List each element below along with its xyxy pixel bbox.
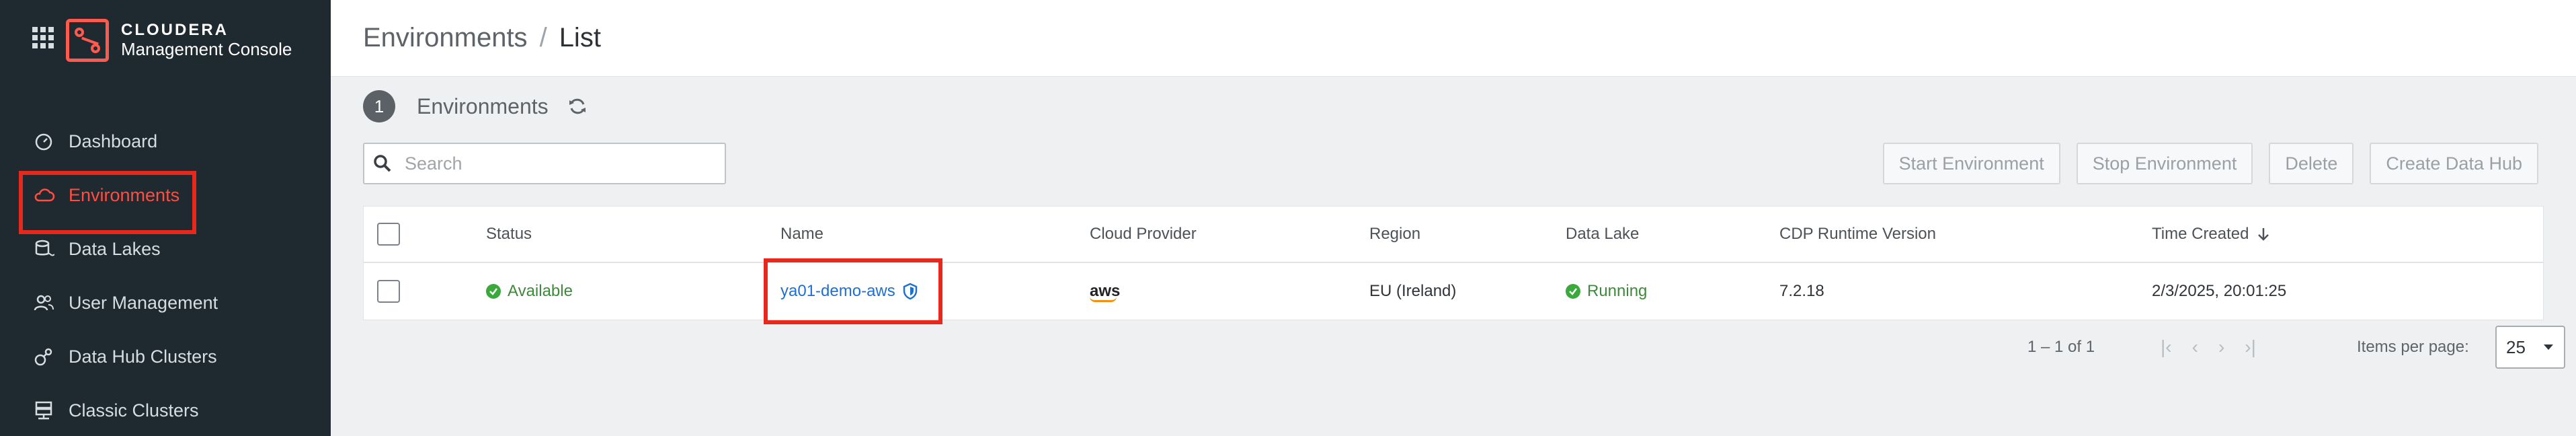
environments-table: Status Name Cloud Provider Region Data L… xyxy=(363,206,2544,320)
app-switcher-icon[interactable] xyxy=(32,27,54,48)
region-cell: EU (Ireland) xyxy=(1369,282,1457,300)
sidebar-item-data-hub-clusters[interactable]: Data Hub Clusters xyxy=(0,330,331,384)
server-icon xyxy=(32,399,55,422)
column-header-time-created[interactable]: Time Created xyxy=(2152,225,2271,244)
check-circle-icon xyxy=(1566,284,1580,299)
column-header-name[interactable]: Name xyxy=(780,225,823,244)
previous-page-icon[interactable]: ‹ xyxy=(2192,336,2198,358)
table-row[interactable]: Available ya01-demo-aws aws EU (Ireland) xyxy=(364,263,2543,320)
sidebar-item-user-management[interactable]: User Management xyxy=(0,276,331,330)
check-circle-icon xyxy=(486,284,501,299)
stop-environment-button[interactable]: Stop Environment xyxy=(2076,143,2253,184)
status-cell: Available xyxy=(486,282,573,301)
brand[interactable]: CLOUDERA Management Console xyxy=(66,19,292,62)
pagination-range: 1 – 1 of 1 xyxy=(2027,338,2095,356)
sidebar-item-label: Data Hub Clusters xyxy=(69,346,217,367)
search-input[interactable] xyxy=(403,152,713,175)
status-text: Available xyxy=(508,282,573,300)
sidebar-item-dashboard[interactable]: Dashboard xyxy=(0,114,331,168)
delete-button[interactable]: Delete xyxy=(2269,143,2354,184)
cluster-icon xyxy=(32,345,55,368)
product-name: Management Console xyxy=(121,39,292,59)
sidebar-item-classic-clusters[interactable]: Classic Clusters xyxy=(0,384,331,436)
start-environment-button[interactable]: Start Environment xyxy=(1882,143,2060,184)
breadcrumb-current: List xyxy=(559,23,601,52)
runtime-cell: 7.2.18 xyxy=(1779,282,1824,300)
main-content: Environments / List 1 Environments Start… xyxy=(331,0,2576,436)
select-all-checkbox[interactable] xyxy=(377,223,400,246)
list-title: Environments xyxy=(417,94,549,118)
aws-logo-icon: aws xyxy=(1090,282,1120,302)
data-lake-status-text: Running xyxy=(1587,282,1648,300)
search-icon xyxy=(374,155,391,172)
data-lake-icon xyxy=(32,238,55,260)
sidebar-item-label: Dashboard xyxy=(69,131,158,151)
sidebar: CLOUDERA Management Console Dashboard En… xyxy=(0,0,331,436)
create-data-hub-button[interactable]: Create Data Hub xyxy=(2370,143,2538,184)
column-header-region[interactable]: Region xyxy=(1369,225,1420,244)
table-header-row: Status Name Cloud Provider Region Data L… xyxy=(364,207,2543,263)
search-box[interactable] xyxy=(363,143,726,184)
time-created-cell: 2/3/2025, 20:01:25 xyxy=(2152,282,2287,300)
gauge-icon xyxy=(32,130,55,153)
sidebar-item-data-lakes[interactable]: Data Lakes xyxy=(0,222,331,276)
breadcrumb-environments[interactable]: Environments xyxy=(363,23,528,53)
column-header-time-created-label: Time Created xyxy=(2152,225,2249,243)
items-per-page-value: 25 xyxy=(2506,336,2526,357)
list-titlebar: 1 Environments xyxy=(363,90,588,122)
last-page-icon[interactable]: ›| xyxy=(2245,336,2256,358)
brand-name: CLOUDERA xyxy=(121,21,229,39)
sidebar-item-label: Classic Clusters xyxy=(69,400,199,421)
sidebar-item-label: Data Lakes xyxy=(69,238,161,259)
column-header-data-lake[interactable]: Data Lake xyxy=(1566,225,1639,244)
sidebar-item-label: User Management xyxy=(69,292,218,313)
sidebar-nav: Dashboard Environments Data Lakes User M… xyxy=(0,114,331,436)
cloud-provider-cell: aws xyxy=(1090,282,1120,302)
column-header-cloud-provider[interactable]: Cloud Provider xyxy=(1090,225,1197,244)
column-header-status[interactable]: Status xyxy=(486,225,532,244)
sort-descending-icon xyxy=(2257,228,2269,241)
pagination-nav: |‹ ‹ › ›| xyxy=(2161,336,2256,358)
chevron-down-icon xyxy=(2544,344,2553,350)
app-root: CLOUDERA Management Console Dashboard En… xyxy=(0,0,2576,436)
highlight-box xyxy=(764,258,942,324)
column-header-runtime[interactable]: CDP Runtime Version xyxy=(1779,225,1936,244)
brand-text: CLOUDERA Management Console xyxy=(121,21,292,60)
action-toolbar: Start Environment Stop Environment Delet… xyxy=(1882,143,2538,184)
next-page-icon[interactable]: › xyxy=(2218,336,2224,358)
row-checkbox[interactable] xyxy=(377,280,400,303)
count-badge: 1 xyxy=(363,90,395,122)
items-per-page-select[interactable]: 25 xyxy=(2495,326,2565,369)
breadcrumb: Environments / List xyxy=(331,0,2576,77)
first-page-icon[interactable]: |‹ xyxy=(2161,336,2172,358)
items-per-page-label: Items per page: xyxy=(2357,338,2469,356)
cloudera-logo-icon xyxy=(66,19,109,62)
breadcrumb-separator: / xyxy=(539,23,547,52)
users-icon xyxy=(32,291,55,314)
data-lake-cell: Running xyxy=(1566,282,1647,301)
sidebar-item-environments[interactable]: Environments xyxy=(0,168,331,234)
refresh-icon[interactable] xyxy=(567,96,588,116)
